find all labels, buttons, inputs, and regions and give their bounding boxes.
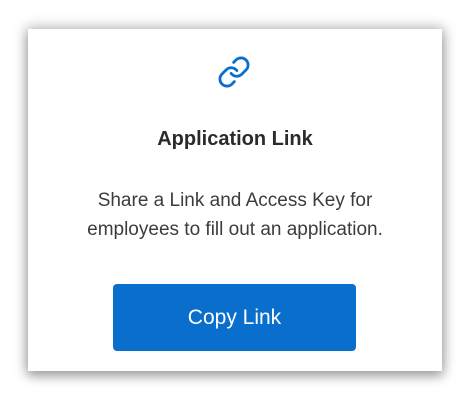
application-link-card: Application Link Share a Link and Access…: [28, 29, 442, 371]
card-description: Share a Link and Access Key for employee…: [87, 190, 383, 240]
card-title: Application Link: [157, 128, 313, 150]
copy-link-button[interactable]: Copy Link: [113, 284, 356, 351]
link-icon: [217, 55, 251, 89]
